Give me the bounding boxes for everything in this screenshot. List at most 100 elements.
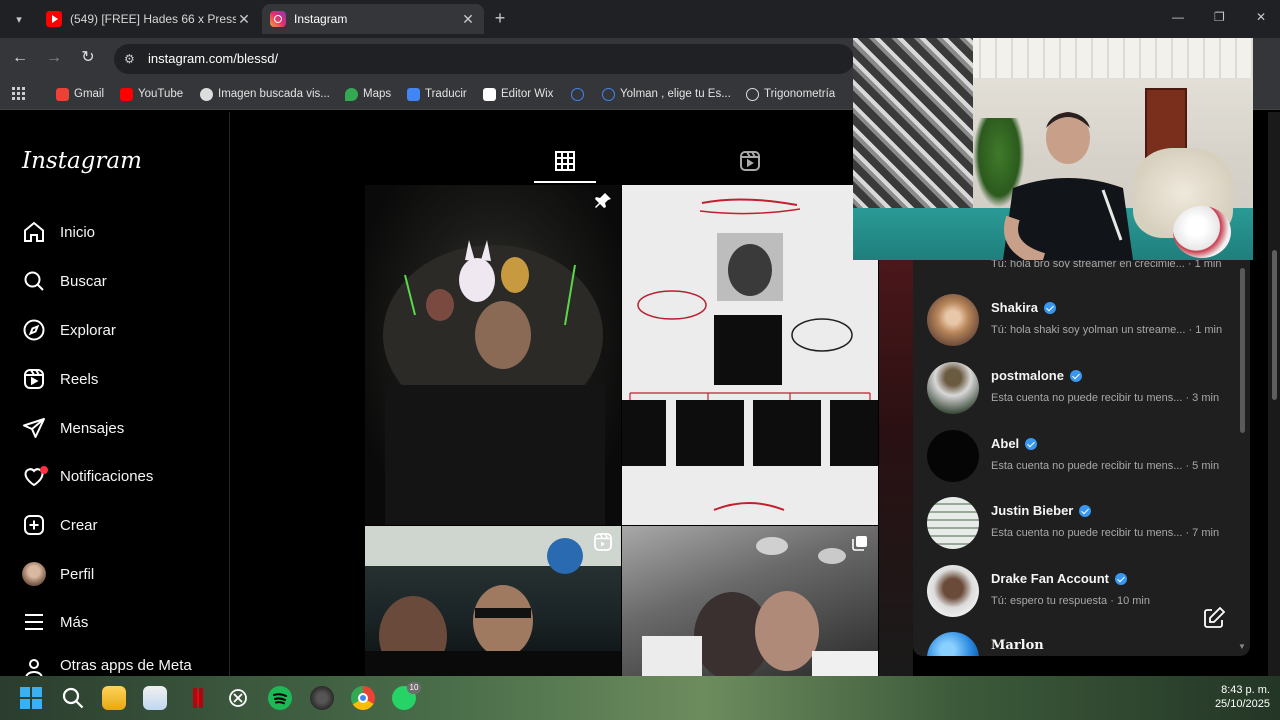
instagram-sidebar xyxy=(0,112,230,676)
chatgpt-icon[interactable] xyxy=(226,686,250,710)
bookmark-editor-wix[interactable]: Editor Wix xyxy=(483,86,553,102)
post-thumbnail[interactable] xyxy=(622,185,878,525)
tab-search-button[interactable]: ▾ xyxy=(8,8,30,30)
sidebar-item-crear[interactable]: Crear xyxy=(22,511,98,539)
system-clock[interactable]: 8:43 p. m. 25/10/2025 xyxy=(1206,683,1270,711)
bookmark-label: Traducir xyxy=(425,88,467,100)
sidebar-item-label: Perfil xyxy=(60,565,95,583)
search-icon[interactable] xyxy=(61,686,85,710)
close-tab-icon[interactable]: ✕ xyxy=(460,11,476,28)
messages-scrollbar[interactable] xyxy=(1240,268,1245,433)
sidebar-item-meta-apps[interactable]: Otras apps de Meta xyxy=(22,657,192,676)
new-tab-button[interactable]: + xyxy=(490,8,510,28)
conversation-name: postmalone xyxy=(991,368,1082,383)
bookmark-label: Gmail xyxy=(74,88,105,100)
maximize-icon[interactable]: ❐ xyxy=(1214,10,1225,24)
netflix-icon[interactable] xyxy=(186,686,210,710)
microsoft-store-icon[interactable] xyxy=(143,686,167,710)
bookmark-label: Editor Wix xyxy=(501,88,554,100)
conversation-preview: Tú: espero tu respuesta · 10 min xyxy=(991,595,1150,607)
sidebar-item-mensajes[interactable]: Mensajes xyxy=(22,414,124,442)
avatar xyxy=(927,565,979,617)
contact-name: postmalone xyxy=(991,368,1064,383)
maps-icon xyxy=(345,87,358,101)
sidebar-item-inicio[interactable]: Inicio xyxy=(22,218,95,246)
spotify-icon[interactable] xyxy=(268,686,292,710)
post-thumbnail[interactable] xyxy=(365,185,621,525)
sidebar-item-notificaciones[interactable]: Notificaciones xyxy=(22,462,153,490)
apps-grid-icon[interactable] xyxy=(12,86,26,102)
avatar xyxy=(927,294,979,346)
plus-square-icon xyxy=(22,513,46,537)
heart-icon xyxy=(22,464,48,488)
obs-icon[interactable] xyxy=(310,686,334,710)
bookmark-label: Trigonometría xyxy=(764,88,836,100)
conversation-item[interactable]: Shakira Tú: hola shaki soy yolman un str… xyxy=(927,294,1227,354)
reload-icon[interactable]: ↻ xyxy=(78,48,98,68)
conversation-item[interactable]: Justin Bieber Esta cuenta no puede recib… xyxy=(927,497,1227,557)
webcam-person xyxy=(1003,112,1133,260)
instagram-icon xyxy=(270,11,286,27)
bookmark-globe[interactable] xyxy=(571,86,589,102)
clock-date: 25/10/2025 xyxy=(1214,698,1270,710)
bookmark-label: YouTube xyxy=(138,88,184,100)
carousel-icon xyxy=(852,536,867,551)
sidebar-item-label: Inicio xyxy=(60,223,96,241)
verified-badge-icon xyxy=(1069,369,1082,382)
home-icon xyxy=(22,220,46,244)
post-thumbnail[interactable] xyxy=(622,526,878,676)
chrome-icon[interactable] xyxy=(351,686,375,710)
translate-icon xyxy=(407,87,420,101)
conversation-name: Justin Bieber xyxy=(991,503,1092,518)
compose-message-button[interactable] xyxy=(1200,604,1228,632)
sidebar-item-buscar[interactable]: Buscar xyxy=(22,267,107,295)
sidebar-item-perfil[interactable]: Perfil xyxy=(22,560,94,588)
conversation-item[interactable]: Marlon xyxy=(927,632,1227,656)
back-icon[interactable]: ← xyxy=(10,48,30,68)
avatar xyxy=(927,497,979,549)
browser-tab-youtube[interactable]: (549) [FREE] Hades 66 x Pressur ✕ xyxy=(38,4,260,34)
conversation-name: Marlon xyxy=(991,638,1044,653)
forward-icon[interactable]: → xyxy=(44,48,64,68)
post-thumbnail[interactable] xyxy=(365,526,621,676)
verified-badge-icon xyxy=(1025,437,1038,450)
instagram-logo[interactable]: Instagram xyxy=(22,148,142,174)
file-explorer-icon[interactable] xyxy=(102,686,126,710)
bookmark-maps[interactable]: Maps xyxy=(345,86,391,102)
bookmark-traducir[interactable]: Traducir xyxy=(407,86,467,102)
close-tab-icon[interactable]: ✕ xyxy=(236,11,252,28)
bookmark-label: Yolman , elige tu Es... xyxy=(620,88,731,100)
bookmark-label: Maps xyxy=(363,88,392,100)
bookmark-youtube[interactable]: YouTube xyxy=(120,86,183,102)
sidebar-item-label: Mensajes xyxy=(60,419,125,437)
avatar xyxy=(927,632,979,656)
conversation-item[interactable]: Abel Esta cuenta no puede recibir tu men… xyxy=(927,430,1227,490)
whatsapp-unread-badge: 10 xyxy=(407,682,421,694)
verified-badge-icon xyxy=(1115,572,1127,585)
windows-start-icon[interactable] xyxy=(19,686,43,710)
page-scrollbar[interactable] xyxy=(1272,250,1277,400)
site-info-icon[interactable]: ⚙ xyxy=(124,52,135,66)
bookmark-gmail[interactable]: Gmail xyxy=(56,86,104,102)
conversation-item[interactable]: Drake Fan Account Tú: espero tu respuest… xyxy=(927,565,1227,625)
url-text[interactable]: instagram.com/blessd/ xyxy=(148,51,278,66)
conversation-item[interactable]: postmalone Esta cuenta no puede recibir … xyxy=(927,362,1227,422)
bookmark-trigonometria[interactable]: Trigonometría xyxy=(746,86,835,102)
sidebar-item-reels[interactable]: Reels xyxy=(22,365,98,393)
search-icon xyxy=(22,269,46,293)
conversation-preview: Esta cuenta no puede recibir tu mens... … xyxy=(991,392,1220,404)
pin-icon xyxy=(595,193,611,208)
tab-reels[interactable] xyxy=(739,150,761,172)
sidebar-item-label: Reels xyxy=(60,370,99,388)
sidebar-item-label: Crear xyxy=(60,516,98,534)
scroll-down-arrow-icon[interactable]: ▼ xyxy=(1238,642,1246,651)
sidebar-item-explorar[interactable]: Explorar xyxy=(22,316,116,344)
sidebar-item-mas[interactable]: Más xyxy=(22,608,88,636)
browser-tab-instagram[interactable]: Instagram ✕ xyxy=(262,4,484,34)
tab-posts-grid[interactable] xyxy=(554,150,576,172)
conversation-name: Shakira xyxy=(991,300,1056,315)
bookmark-imagen-buscada[interactable]: Imagen buscada vis... xyxy=(200,86,330,102)
minimize-icon[interactable]: — xyxy=(1172,10,1184,24)
close-window-icon[interactable]: ✕ xyxy=(1256,10,1266,24)
bookmark-yolman[interactable]: Yolman , elige tu Es... xyxy=(602,86,731,102)
